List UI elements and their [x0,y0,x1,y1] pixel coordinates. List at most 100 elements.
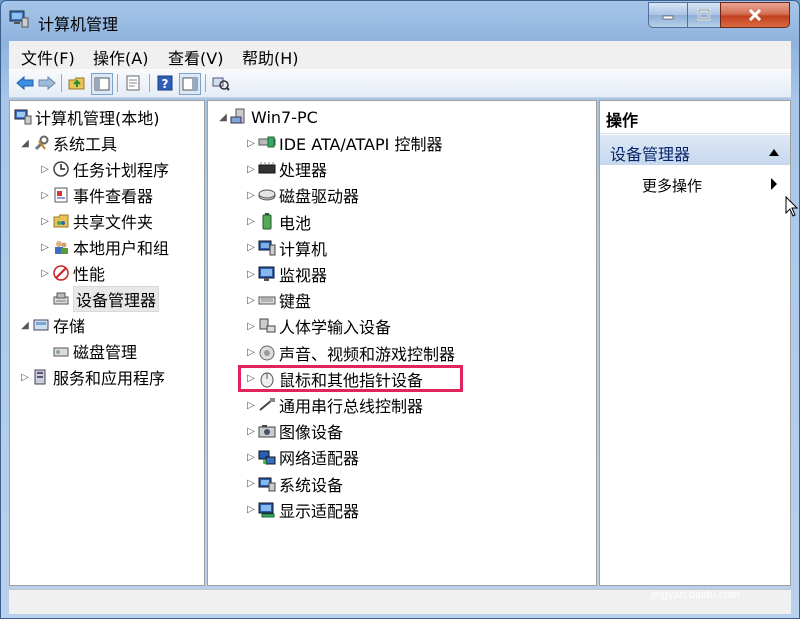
device-category-row[interactable]: ▷ 处理器 [244,157,327,181]
expand-icon[interactable]: ▷ [244,347,258,358]
show-hide-tree-icon[interactable] [91,73,113,95]
imaging-icon [258,422,276,440]
tree-item-computer-management[interactable]: 计算机管理(本地) [14,105,160,129]
disk-management-icon [52,342,70,360]
tree-item-task-scheduler[interactable]: ▷ 任务计划程序 [38,157,169,181]
expand-icon[interactable]: ▷ [244,478,258,489]
expand-icon[interactable]: ▷ [244,216,258,227]
device-category-row[interactable]: ▷ 人体学输入设备 [244,314,391,338]
tree-item-system-tools[interactable]: ◢ 系统工具 [18,131,117,155]
up-folder-icon[interactable] [67,73,87,93]
tree-item-services-apps[interactable]: ▷ 服务和应用程序 [18,365,165,389]
tree-item-shared-folders[interactable]: ▷ 共享文件夹 [38,209,153,233]
expand-icon[interactable]: ▷ [38,242,52,253]
device-category-row[interactable]: ▷ 系统设备 [244,472,343,496]
monitor-icon [258,265,276,283]
collapse-icon[interactable]: ◢ [18,320,32,331]
actions-section-device-manager[interactable]: 设备管理器 [600,135,790,165]
forward-arrow-icon[interactable] [37,73,57,93]
back-arrow-icon[interactable] [15,73,35,93]
actions-section-label: 设备管理器 [610,145,691,164]
device-category-row[interactable]: ▷ 网络适配器 [244,445,359,469]
expand-icon[interactable]: ▷ [244,321,258,332]
tree-item-label: 事件查看器 [73,187,154,206]
more-actions-link[interactable]: 更多操作 [642,175,702,196]
show-hide-action-pane-icon[interactable] [179,73,201,95]
title-bar[interactable]: 计算机管理 [1,1,799,39]
collapse-icon[interactable]: ◢ [216,112,230,123]
submenu-arrow-icon [770,177,778,195]
clock-icon [52,160,70,178]
collapse-up-triangle-icon[interactable] [768,143,780,161]
tree-item-label: 系统工具 [53,135,118,154]
scan-hardware-icon[interactable] [211,73,231,93]
toolbar-separator [149,74,150,92]
expand-icon[interactable]: ▷ [244,452,258,463]
expand-icon[interactable]: ▷ [244,164,258,175]
device-category-row[interactable]: ▷ 通用串行总线控制器 [244,393,423,417]
menu-action[interactable]: 操作(A) [93,45,148,69]
device-category-row[interactable]: ▷ IDE ATA/ATAPI 控制器 [244,131,442,155]
disk-drive-icon [258,186,276,204]
device-category-label: 监视器 [279,266,328,285]
menu-file[interactable]: 文件(F) [21,45,75,69]
collapse-icon[interactable]: ◢ [18,138,32,149]
minimize-button[interactable] [648,2,688,28]
close-button[interactable] [720,2,790,28]
expand-icon[interactable]: ▷ [244,269,258,280]
device-category-label: 键盘 [279,292,312,312]
device-category-row[interactable]: ▷ 磁盘驱动器 [244,183,359,207]
expand-icon[interactable]: ▷ [244,504,258,515]
battery-icon [258,212,276,231]
storage-icon [32,316,50,334]
device-category-row[interactable]: ▷ 声音、视频和游戏控制器 [244,341,455,365]
maximize-button[interactable] [687,2,721,28]
properties-icon[interactable] [123,73,143,93]
device-category-row[interactable]: ▷ 图像设备 [244,419,343,443]
maximize-icon [697,9,711,21]
expand-icon[interactable]: ▷ [38,216,52,227]
device-category-row[interactable]: ▷ 监视器 [244,262,327,286]
device-category-label: 人体学输入设备 [279,318,392,338]
tree-item-event-viewer[interactable]: ▷ 事件查看器 [38,183,153,207]
sound-icon [258,344,276,362]
device-category-row[interactable]: ▷ 显示适配器 [244,498,359,522]
tree-item-performance[interactable]: ▷ 性能 [38,261,105,285]
expand-icon[interactable]: ▷ [244,138,258,149]
menu-help[interactable]: 帮助(H) [242,45,299,69]
tree-item-disk-management[interactable]: 磁盘管理 [52,339,137,363]
device-tree-root[interactable]: ◢ Win7-PC [216,105,318,129]
window-title: 计算机管理 [38,15,119,34]
shared-folder-icon [52,212,70,230]
ide-controller-icon [258,134,276,152]
device-manager-icon [52,290,70,308]
expand-icon[interactable]: ▷ [244,400,258,411]
expand-icon[interactable]: ▷ [244,426,258,437]
device-category-label: 电池 [279,213,312,233]
menu-view[interactable]: 查看(V) [168,45,223,69]
expand-icon[interactable]: ▷ [244,190,258,201]
expand-icon[interactable]: ▷ [38,190,52,201]
device-category-row[interactable]: ▷ 键盘 [244,288,311,312]
expand-icon[interactable]: ▷ [38,268,52,279]
device-category-row[interactable]: ▷ 计算机 [244,236,327,260]
expand-icon[interactable]: ▷ [38,164,52,175]
device-tree-root-label: Win7-PC [251,107,318,127]
tree-item-local-users[interactable]: ▷ 本地用户和组 [38,235,169,259]
usb-icon [258,396,276,414]
expand-icon[interactable]: ▷ [244,295,258,306]
keyboard-icon [258,291,276,309]
tools-icon [32,134,50,152]
tree-item-label: 任务计划程序 [73,161,170,180]
tree-item-device-manager[interactable]: 设备管理器 [52,286,160,312]
expand-icon[interactable]: ▷ [18,372,32,383]
tree-item-label: 磁盘管理 [73,343,138,362]
toolbar-separator [205,74,206,92]
mouse-cursor-icon [785,195,799,222]
device-category-row[interactable]: ▷ 电池 [244,210,311,234]
tree-item-label: 共享文件夹 [73,213,154,232]
device-category-label: 显示适配器 [279,501,360,521]
expand-icon[interactable]: ▷ [244,242,258,253]
tree-item-storage[interactable]: ◢ 存储 [18,313,85,337]
help-icon[interactable]: ? [155,73,175,93]
